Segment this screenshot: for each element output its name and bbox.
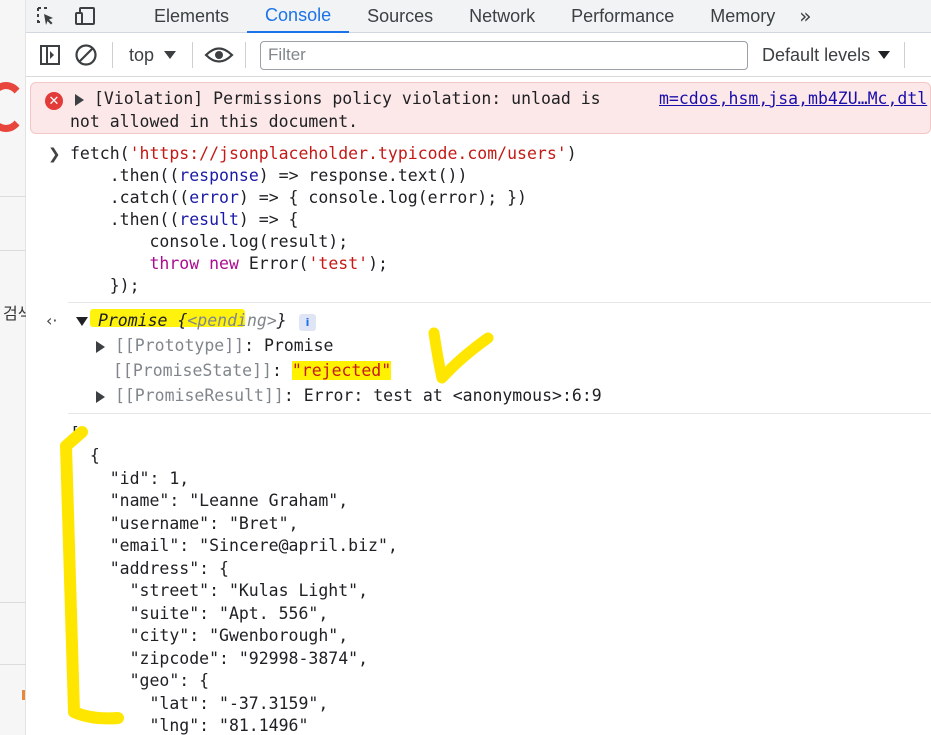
toolbar-divider (112, 42, 113, 68)
filter-input[interactable]: Filter (260, 40, 749, 70)
console-toolbar: top Filter Default levels (26, 34, 931, 77)
divider (0, 250, 26, 251)
violation-message: ✕ [Violation] Permissions policy violati… (30, 82, 931, 134)
json-line: "street": "Kulas Light", (70, 581, 369, 600)
toolbar-divider (192, 42, 194, 68)
violation-text-1: [Violation] Permissions policy violation… (93, 89, 601, 108)
json-line: "geo": { (70, 671, 210, 690)
json-line: "lng": "81.1496" (70, 716, 309, 735)
json-line: "zipcode": "92998-3874", (70, 649, 369, 668)
context-label: top (129, 44, 155, 65)
info-icon[interactable]: i (299, 314, 316, 331)
chevron-down-icon (878, 51, 891, 59)
violation-text-2: not allowed in this document. (70, 112, 359, 131)
promise-result-row[interactable]: [[PromiseResult]]: Error: test at <anony… (96, 385, 602, 407)
tab-performance[interactable]: Performance (553, 0, 692, 33)
console-output: ✕ [Violation] Permissions policy violati… (26, 78, 931, 735)
expand-arrow-icon[interactable] (96, 340, 105, 353)
underlying-page-strip: 검색 (0, 0, 26, 735)
toolbar-divider (245, 42, 247, 68)
tab-elements[interactable]: Elements (136, 0, 247, 33)
google-logo-fragment (0, 82, 26, 132)
code-line-1[interactable]: fetch('https://jsonplaceholder.typicode.… (70, 143, 577, 165)
return-value-arrow-icon: ‹· (46, 311, 58, 330)
more-tabs-chevron-icon[interactable]: » (793, 4, 817, 28)
json-line: "lat": "-37.3159", (70, 694, 329, 713)
orange-mark (22, 690, 25, 700)
error-icon: ✕ (45, 92, 63, 110)
code-line-2[interactable]: .then((response) => response.text()) (70, 165, 468, 187)
message-divider (68, 413, 931, 414)
json-line: [ (70, 424, 80, 443)
json-line: "username": "Bret", (70, 514, 299, 533)
code-line-5[interactable]: console.log(result); (70, 231, 348, 253)
filter-placeholder: Filter (268, 45, 306, 64)
json-line: "id": 1, (70, 469, 190, 488)
search-text-fragment: 검색 (3, 304, 26, 323)
json-line: "email": "Sincere@april.biz", (70, 536, 398, 555)
tab-console[interactable]: Console (247, 0, 350, 33)
promise-state-row: [[PromiseState]]: "rejected" (113, 361, 392, 380)
divider (0, 602, 26, 603)
context-selector[interactable]: top (121, 45, 184, 66)
toolbar-divider (904, 42, 906, 68)
prototype-row[interactable]: [[Prototype]]: Promise (96, 335, 333, 357)
promise-summary[interactable]: Promise {<pending>} (76, 310, 287, 332)
tab-sources[interactable]: Sources (349, 0, 451, 33)
input-prompt-chevron-icon: ❯ (48, 145, 61, 163)
violation-line-1: [Violation] Permissions policy violation… (75, 89, 601, 108)
log-levels-label: Default levels (762, 44, 871, 65)
violation-source-link[interactable]: m=cdos,hsm,jsa,mb4ZU…Mc,dtl (659, 89, 927, 108)
clear-console-icon[interactable] (68, 37, 104, 73)
chevron-down-icon (164, 51, 177, 59)
live-expression-eye-icon[interactable] (201, 37, 237, 73)
json-line: "city": "Gwenborough", (70, 626, 349, 645)
rejected-value: "rejected" (291, 361, 392, 380)
code-line-4[interactable]: .then((result) => { (70, 209, 299, 231)
devtools-window: 검색 Elements Console Sources Network Perf… (0, 0, 931, 735)
devtools-tabbar: Elements Console Sources Network Perform… (26, 0, 931, 33)
json-line: "suite": "Apt. 556", (70, 604, 329, 623)
divider (0, 196, 26, 197)
tab-memory[interactable]: Memory (692, 0, 793, 33)
divider (0, 664, 26, 665)
json-line: { (70, 446, 100, 465)
expand-arrow-icon[interactable] (75, 93, 84, 106)
inspect-element-icon[interactable] (26, 0, 66, 33)
show-sidebar-icon[interactable] (32, 37, 68, 73)
device-toolbar-icon[interactable] (66, 0, 106, 33)
json-line: "name": "Leanne Graham", (70, 491, 349, 510)
code-line-6[interactable]: throw new Error('test'); (70, 253, 387, 275)
collapse-arrow-icon[interactable] (76, 317, 88, 326)
json-line: "address": { (70, 559, 229, 578)
expand-arrow-icon[interactable] (96, 390, 105, 403)
log-levels-dropdown[interactable]: Default levels (762, 44, 891, 66)
code-line-7[interactable]: }); (70, 275, 140, 297)
message-divider (68, 302, 931, 303)
code-line-3[interactable]: .catch((error) => { console.log(error); … (70, 187, 527, 209)
tab-network[interactable]: Network (451, 0, 553, 33)
